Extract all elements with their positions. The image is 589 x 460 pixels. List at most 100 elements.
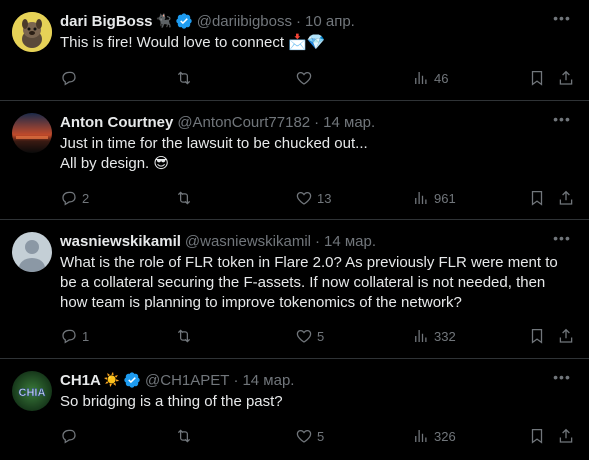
retweet-button[interactable]: [175, 189, 197, 207]
reply-icon: [62, 429, 76, 444]
avatar[interactable]: [12, 232, 52, 272]
tweet-text: What is the role of FLR token in Flare 2…: [60, 254, 558, 311]
heart-icon: [296, 191, 312, 205]
reply-count: 2: [82, 190, 90, 206]
user-handle[interactable]: @CH1APET: [145, 372, 229, 389]
tweet-actions: 1 5 332: [60, 325, 575, 347]
tweet-actions: 5 326: [60, 425, 575, 447]
verified-badge-icon: [123, 371, 141, 389]
avatar-logo-text: CHIA: [19, 387, 46, 399]
bookmark-button[interactable]: [528, 427, 546, 445]
view-count: 326: [434, 428, 456, 444]
retweet-button[interactable]: [175, 427, 197, 445]
timestamp[interactable]: 14 мар.: [323, 114, 375, 131]
bookmark-button[interactable]: [528, 69, 546, 87]
bookmark-icon: [531, 428, 543, 444]
retweet-icon: [177, 71, 191, 85]
timestamp[interactable]: 10 апр.: [305, 13, 355, 30]
like-count: 13: [317, 190, 332, 206]
like-button[interactable]: 5: [295, 427, 324, 445]
bookmark-button[interactable]: [528, 327, 546, 345]
heart-icon: [296, 429, 312, 443]
reply-button[interactable]: 2: [60, 189, 89, 207]
retweet-icon: [177, 429, 191, 443]
reply-icon: [62, 191, 76, 206]
share-icon: [559, 190, 573, 205]
like-button[interactable]: [295, 69, 317, 87]
dog-avatar-icon: [12, 12, 52, 52]
like-button[interactable]: 13: [295, 189, 331, 207]
separator-dot: ·: [314, 113, 320, 131]
views-button[interactable]: 326: [412, 427, 456, 445]
timestamp[interactable]: 14 мар.: [242, 372, 294, 389]
share-button[interactable]: [557, 327, 575, 345]
like-count: 5: [317, 428, 325, 444]
bookmark-button[interactable]: [528, 189, 546, 207]
share-icon: [559, 70, 573, 85]
display-name[interactable]: dari BigBoss: [60, 13, 153, 30]
bookmark-icon: [531, 190, 543, 206]
view-count: 46: [434, 70, 449, 86]
tweet[interactable]: CHIA CH1A ☀️ @CH1APET · 14 мар. ••• So b…: [0, 359, 589, 460]
more-options-icon[interactable]: •••: [551, 11, 573, 31]
reply-count: 1: [82, 328, 90, 344]
display-name[interactable]: Anton Courtney: [60, 114, 173, 131]
avatar[interactable]: CHIA: [12, 371, 52, 411]
heart-icon: [296, 329, 312, 343]
analytics-icon: [415, 430, 427, 442]
analytics-icon: [415, 192, 427, 204]
retweet-button[interactable]: [175, 69, 197, 87]
more-options-icon[interactable]: •••: [551, 231, 573, 251]
analytics-icon: [415, 72, 427, 84]
separator-dot: ·: [315, 232, 320, 250]
like-button[interactable]: 5: [295, 327, 324, 345]
tweet-text: This is fire! Would love to connect 📩💎: [60, 34, 326, 51]
heart-icon: [296, 71, 312, 85]
retweet-button[interactable]: [175, 327, 197, 345]
user-handle[interactable]: @AntonCourt77182: [177, 114, 310, 131]
reply-button[interactable]: [60, 69, 82, 87]
views-button[interactable]: 961: [412, 189, 456, 207]
tweet[interactable]: wasniewskikamil @wasniewskikamil · 14 ма…: [0, 220, 589, 359]
bookmark-icon: [531, 70, 543, 86]
avatar[interactable]: [12, 12, 52, 52]
share-button[interactable]: [557, 427, 575, 445]
user-handle[interactable]: @dariibigboss: [197, 13, 292, 30]
ch1a-logo-avatar-icon: CHIA: [12, 371, 52, 411]
views-button[interactable]: 332: [412, 327, 456, 345]
verified-badge-icon: [175, 12, 193, 30]
analytics-icon: [415, 330, 427, 342]
views-button[interactable]: 46: [412, 69, 448, 87]
tweet[interactable]: dari BigBoss 🐈‍⬛ @dariibigboss · 10 апр.…: [0, 0, 589, 101]
view-count: 332: [434, 328, 456, 344]
sunset-avatar-icon: [12, 113, 52, 153]
separator-dot: ·: [233, 371, 239, 389]
retweet-icon: [177, 191, 191, 205]
more-options-icon[interactable]: •••: [551, 112, 573, 132]
reply-icon: [62, 71, 76, 86]
tweet-text: So bridging is a thing of the past?: [60, 393, 283, 410]
tweet[interactable]: Anton Courtney @AntonCourt77182 · 14 мар…: [0, 101, 589, 220]
reply-icon: [62, 329, 76, 344]
user-handle[interactable]: @wasniewskikamil: [185, 233, 311, 250]
display-name[interactable]: wasniewskikamil: [60, 233, 181, 250]
reply-button[interactable]: [60, 427, 82, 445]
share-button[interactable]: [557, 189, 575, 207]
view-count: 961: [434, 190, 456, 206]
separator-dot: ·: [296, 12, 301, 30]
bookmark-icon: [531, 328, 543, 344]
display-name[interactable]: CH1A: [60, 372, 101, 389]
tweet-actions: 2 13 961: [60, 187, 575, 209]
avatar[interactable]: [12, 113, 52, 153]
reply-button[interactable]: 1: [60, 327, 89, 345]
sun-emoji: ☀️: [103, 372, 121, 387]
timestamp[interactable]: 14 мар.: [324, 233, 376, 250]
black-cat-emoji: 🐈‍⬛: [155, 13, 172, 28]
share-button[interactable]: [557, 69, 575, 87]
tweet-actions: 46: [60, 67, 575, 89]
more-options-icon[interactable]: •••: [551, 370, 573, 390]
retweet-icon: [177, 329, 191, 343]
like-count: 5: [317, 328, 325, 344]
tweet-feed: dari BigBoss 🐈‍⬛ @dariibigboss · 10 апр.…: [0, 0, 589, 460]
share-icon: [559, 328, 573, 343]
